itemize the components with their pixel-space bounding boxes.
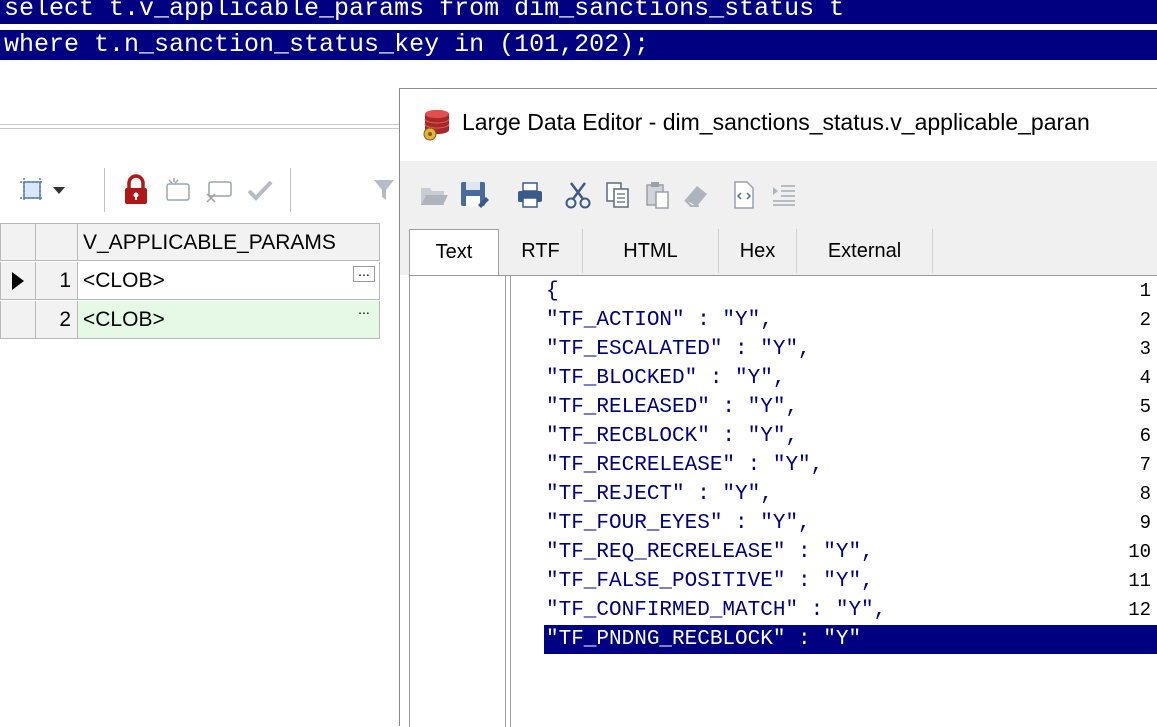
indent-icon[interactable] [766,177,802,213]
lock-icon[interactable] [118,172,154,208]
toolbar-separator [104,168,105,212]
grid-select-icon[interactable] [14,172,50,208]
copy-icon[interactable] [600,177,636,213]
clear-icon[interactable] [678,177,714,213]
window-title-bar[interactable]: Large Data Editor - dim_sanctions_status… [400,89,1157,161]
open-icon[interactable] [416,177,452,213]
save-icon[interactable] [456,177,492,213]
dropdown-arrow-icon[interactable] [48,172,70,208]
line-number: 3 [1139,338,1151,360]
row-indicator [0,301,36,339]
table-row[interactable]: 2 <CLOB> ... [0,301,380,340]
row-number: 1 [36,262,78,300]
clob-cell[interactable]: <CLOB> ... [78,262,380,300]
result-grid-panel: V_APPLICABLE_PARAMS 1 <CLOB> ... 2 <CLOB… [0,120,405,725]
gutter-divider [510,276,511,727]
code-line[interactable]: "TF_REQ_RECRELEASE" : "Y", [546,538,874,567]
header-number-cell [36,223,78,261]
code-line[interactable]: "TF_RECBLOCK" : "Y", [546,422,798,451]
current-row-arrow-icon [12,272,24,290]
editor-toolbar [400,161,1157,229]
database-icon [420,107,454,146]
code-line[interactable]: "TF_FOUR_EYES" : "Y", [546,509,811,538]
post-check-icon[interactable] [242,172,278,208]
code-line[interactable]: "TF_RELEASED" : "Y", [546,393,798,422]
filter-icon[interactable] [366,172,402,208]
tab-hex[interactable]: Hex [719,229,797,273]
print-icon[interactable] [512,177,548,213]
code-line-selected[interactable]: "TF_PNDNG_RECBLOCK" : "Y" [544,625,1157,654]
column-header-v-applicable-params[interactable]: V_APPLICABLE_PARAMS [78,223,380,261]
row-number: 2 [36,301,78,339]
view-xml-icon[interactable] [726,177,762,213]
splitter-line[interactable] [0,128,400,129]
open-editor-button[interactable]: ... [353,302,375,321]
header-indicator-cell [0,223,36,261]
code-line[interactable]: "TF_FALSE_POSITIVE" : "Y", [546,567,874,596]
cut-icon[interactable] [560,177,596,213]
insert-record-icon[interactable] [160,172,196,208]
line-number: 10 [1128,541,1151,563]
line-number: 7 [1139,454,1151,476]
line-number: 1 [1139,280,1151,302]
toolbar-separator [290,168,291,212]
row-indicator [0,262,36,300]
code-line[interactable]: "TF_ESCALATED" : "Y", [546,335,811,364]
sql-editor[interactable]: select t.v_applicable_params from dim_sa… [0,0,1157,68]
code-line[interactable]: "TF_BLOCKED" : "Y", [546,364,785,393]
tab-html[interactable]: HTML [583,229,719,273]
line-number: 8 [1139,483,1151,505]
code-line[interactable]: { [546,277,559,306]
line-number: 12 [1128,599,1151,621]
clob-cell-value: <CLOB> [83,269,165,292]
open-editor-button[interactable]: ... [353,264,375,282]
clob-cell[interactable]: <CLOB> ... [78,301,380,339]
large-data-editor-window: Large Data Editor - dim_sanctions_status… [399,88,1157,727]
line-number: 11 [1128,570,1151,592]
line-number: 6 [1139,425,1151,447]
line-number: 4 [1139,367,1151,389]
line-number: 2 [1139,309,1151,331]
tab-rtf[interactable]: RTF [499,229,583,273]
code-line[interactable]: "TF_RECRELEASE" : "Y", [546,451,823,480]
line-number-gutter [410,276,506,727]
delete-record-icon[interactable] [200,172,236,208]
sql-line-1[interactable]: select t.v_applicable_params from dim_sa… [0,0,1157,24]
clob-cell-value: <CLOB> [83,308,165,331]
sql-line-2[interactable]: where t.n_sanction_status_key in (101,20… [0,30,1157,60]
splitter-line[interactable] [0,124,400,125]
text-editor-area[interactable]: 1 2 3 4 5 6 7 8 9 10 11 12 13 { "TF_ACTI… [409,275,1157,727]
code-line[interactable]: "TF_ACTION" : "Y", [546,306,773,335]
code-line[interactable]: "TF_CONFIRMED_MATCH" : "Y", [546,596,886,625]
line-number: 9 [1139,512,1151,534]
grid-toolbar [0,160,400,220]
paste-icon[interactable] [640,177,676,213]
tab-text[interactable]: Text [409,229,499,275]
editor-tab-strip: Text RTF HTML Hex External [400,229,1157,275]
table-row[interactable]: 1 <CLOB> ... [0,262,380,301]
line-number: 5 [1139,396,1151,418]
window-title: Large Data Editor - dim_sanctions_status… [462,109,1090,135]
grid-header-row: V_APPLICABLE_PARAMS [0,223,380,262]
code-line[interactable]: "TF_REJECT" : "Y", [546,480,773,509]
tab-external[interactable]: External [797,229,933,273]
